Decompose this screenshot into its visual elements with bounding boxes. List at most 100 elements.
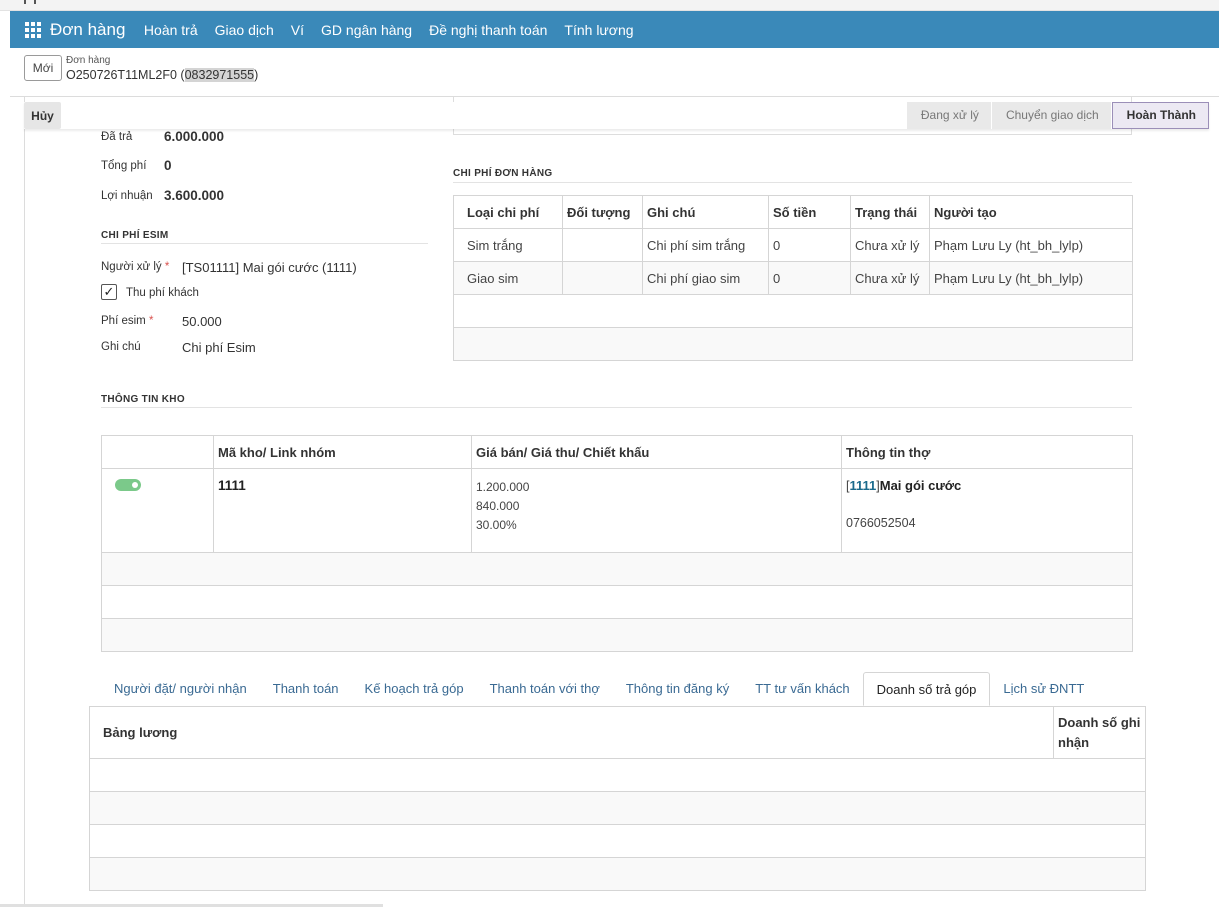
tab-lich-su-dntt[interactable]: Lịch sử ĐNTT — [990, 672, 1097, 706]
column-header[interactable]: Bảng lương — [89, 706, 1054, 759]
nguoi-xu-ly-label: Người xử lý * — [101, 261, 170, 273]
gia-ban-value: 1.200.000 — [476, 480, 530, 494]
empty-row — [101, 585, 1133, 619]
ma-kho-cell: 1111 — [213, 468, 472, 553]
nav-item-vi[interactable]: Ví — [291, 22, 304, 38]
ghi-chu-field[interactable]: Chi phí Esim — [182, 340, 256, 355]
kho-section-divider — [101, 407, 1132, 408]
table-cell — [101, 468, 214, 553]
stage-hoan-thanh[interactable]: Hoàn Thành — [1111, 102, 1209, 129]
stage-pipeline: Đang xử lý Chuyển giao dịch Hoàn Thành — [906, 102, 1209, 129]
tho-name: Mai gói cước — [879, 478, 962, 493]
nav-item-gd-ngan-hang[interactable]: GD ngân hàng — [321, 22, 412, 38]
tho-phone: 0766052504 — [846, 516, 916, 530]
tong-phi-value: 0 — [164, 158, 172, 173]
active-toggle[interactable] — [115, 479, 141, 491]
nav-item-tinh-luong[interactable]: Tính lương — [564, 22, 633, 38]
empty-row — [89, 824, 1146, 858]
stage-dang-xu-ly[interactable]: Đang xử lý — [906, 102, 992, 129]
tab-thanh-toan[interactable]: Thanh toán — [260, 672, 352, 706]
column-header[interactable]: Đối tượng — [562, 195, 643, 229]
table-cell — [562, 261, 643, 295]
da-tra-label: Đã trả — [101, 131, 133, 143]
table-cell: 0 — [768, 228, 851, 262]
thu-phi-khach-label: Thu phí khách — [126, 287, 199, 299]
chiet-khau-value: 30.00% — [476, 518, 517, 532]
phi-esim-field[interactable]: 50.000 — [182, 314, 222, 329]
thu-phi-khach-checkbox[interactable]: ✓ — [101, 284, 117, 300]
tab-ke-hoach-tra-gop[interactable]: Kế hoạch trả góp — [352, 672, 477, 706]
column-header — [101, 435, 214, 469]
table-cell: Giao sim — [453, 261, 563, 295]
order-cost-table: Loại chi phí Đối tượng Ghi chú Số tiền T… — [453, 195, 1133, 361]
tab-thanh-toan-voi-tho[interactable]: Thanh toán với thợ — [477, 672, 613, 706]
required-mark: * — [148, 315, 154, 327]
empty-row — [101, 552, 1133, 586]
esim-section-divider — [101, 243, 428, 244]
empty-row — [453, 294, 1133, 328]
table-row[interactable]: Sim trắng Chi phí sim trắng 0 Chưa xử lý… — [453, 228, 1133, 262]
empty-row — [453, 327, 1133, 361]
column-header[interactable]: Người tạo — [929, 195, 1133, 229]
tab-thong-tin-dang-ky[interactable]: Thông tin đăng ký — [613, 672, 742, 706]
column-header[interactable]: Mã kho/ Link nhóm — [213, 435, 472, 469]
table-cell — [562, 228, 643, 262]
cancel-button[interactable]: Hủy — [24, 102, 61, 129]
record-code: O250726T11ML2F0 ( — [66, 68, 185, 82]
table-header-row: Bảng lương Doanh số ghi nhận — [89, 706, 1146, 759]
record-phone-highlight: 0832971555 — [184, 68, 255, 82]
kho-section-title: THÔNG TIN KHO — [101, 394, 185, 405]
phi-esim-label: Phí esim * — [101, 315, 154, 327]
navbar-brand[interactable]: Đơn hàng — [50, 20, 125, 40]
breadcrumb-parent[interactable]: Đơn hàng — [66, 55, 110, 66]
order-cost-section-title: CHI PHÍ ĐƠN HÀNG — [453, 168, 553, 179]
nav-item-hoan-tra[interactable]: Hoàn trả — [144, 22, 198, 38]
table-cell: Chưa xử lý — [850, 228, 930, 262]
table-cell: Chi phí giao sim — [642, 261, 769, 295]
column-header[interactable]: Ghi chú — [642, 195, 769, 229]
notebook-tabs: Người đặt/ người nhận Thanh toán Kế hoạc… — [101, 672, 1097, 706]
loi-nhuan-value: 3.600.000 — [164, 188, 225, 203]
browser-top-strip — [0, 0, 1219, 11]
table-cell: Phạm Lưu Ly (ht_bh_lylp) — [929, 261, 1133, 295]
nguoi-xu-ly-field[interactable]: [TS01111] Mai gói cước (1111) — [182, 260, 357, 275]
table-cell: Chi phí sim trắng — [642, 228, 769, 262]
column-header[interactable]: Giá bán/ Giá thu/ Chiết khấu — [471, 435, 842, 469]
ghi-chu-label: Ghi chú — [101, 341, 141, 353]
nav-item-giao-dich[interactable]: Giao dịch — [215, 22, 274, 38]
tho-cell: [1111]Mai gói cước 0766052504 — [841, 468, 1133, 553]
column-header[interactable]: Loại chi phí — [453, 195, 563, 229]
empty-row — [89, 857, 1146, 891]
breadcrumb-current: O250726T11ML2F0 (0832971555) — [66, 68, 258, 82]
empty-row — [89, 758, 1146, 792]
table-header-row: Loại chi phí Đối tượng Ghi chú Số tiền T… — [453, 195, 1133, 229]
kho-table: Mã kho/ Link nhóm Giá bán/ Giá thu/ Chiế… — [101, 435, 1133, 652]
tab-nguoi-dat-nguoi-nhan[interactable]: Người đặt/ người nhận — [101, 672, 260, 706]
table-cell: 0 — [768, 261, 851, 295]
tho-code-link[interactable]: 1111 — [849, 478, 876, 493]
record-close-paren: ) — [254, 68, 259, 82]
empty-row — [89, 791, 1146, 825]
gia-thu-value: 840.000 — [476, 499, 520, 513]
table-cell: Chưa xử lý — [850, 261, 930, 295]
column-header[interactable]: Doanh số ghi nhận — [1053, 706, 1146, 759]
da-tra-value: 6.000.000 — [164, 129, 225, 144]
column-header[interactable]: Thông tin thợ — [841, 435, 1133, 469]
app-menu-grid-icon[interactable] — [25, 21, 41, 38]
stage-chuyen-giao-dich[interactable]: Chuyển giao dịch — [991, 102, 1112, 129]
control-panel: Mới Đơn hàng O250726T11ML2F0 (0832971555… — [10, 48, 1219, 97]
table-row[interactable]: Giao sim Chi phí giao sim 0 Chưa xử lý P… — [453, 261, 1133, 295]
main-navbar: Đơn hàng Hoàn trả Giao dịch Ví GD ngân h… — [10, 11, 1219, 48]
tab-tt-tu-van-khach[interactable]: TT tư vấn khách — [742, 672, 862, 706]
new-record-button[interactable]: Mới — [24, 55, 62, 81]
column-header[interactable]: Số tiền — [768, 195, 851, 229]
table-cell: Phạm Lưu Ly (ht_bh_lylp) — [929, 228, 1133, 262]
table-header-row: Mã kho/ Link nhóm Giá bán/ Giá thu/ Chiế… — [101, 435, 1133, 469]
tab-doanh-so-tra-gop[interactable]: Doanh số trả góp — [862, 672, 991, 706]
loi-nhuan-label: Lợi nhuận — [101, 190, 153, 202]
nav-item-de-nghi-thanh-toan[interactable]: Đề nghị thanh toán — [429, 22, 547, 38]
table-row[interactable]: 1111 1.200.000 840.000 30.00% [1111]Mai … — [101, 468, 1133, 553]
column-header[interactable]: Trạng thái — [850, 195, 930, 229]
tong-phi-label: Tổng phí — [101, 160, 147, 172]
status-bar: Hủy Đang xử lý Chuyển giao dịch Hoàn Thà… — [24, 102, 1209, 129]
